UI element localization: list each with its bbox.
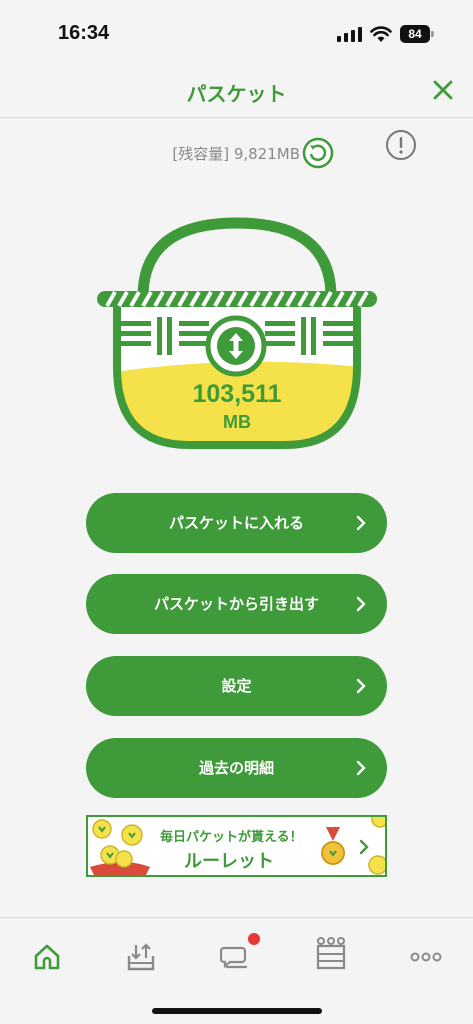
status-time: 16:34 [58,22,110,44]
info-icon[interactable] [385,129,417,161]
battery-level: 84 [400,25,430,43]
crown-icon[interactable] [315,936,347,972]
transfer-arrows-icon[interactable] [205,315,267,377]
more-icon[interactable] [410,942,442,972]
banner-title: ルーレット [184,851,274,872]
medal-icon [321,827,345,865]
deposit-button-label: パスケットに入れる [168,514,304,532]
basket-download-icon[interactable] [126,942,156,972]
basket-amount: 103,511 [192,380,282,408]
coins-illustration [90,819,150,875]
roulette-banner[interactable]: 毎日パケットが貰える！ ルーレット [86,815,387,877]
basket-unit: MB [223,412,251,432]
home-indicator [152,1008,322,1014]
history-button-label: 過去の明細 [198,759,274,777]
chevron-right-icon [356,515,366,531]
refresh-icon[interactable] [302,137,334,169]
settings-button[interactable]: 設定 [86,656,387,716]
page-title: パスケット [186,82,287,106]
notification-badge [248,933,260,945]
status-bar: 16:34 84 [0,0,473,66]
wifi-icon [370,26,392,42]
history-button[interactable]: 過去の明細 [86,738,387,798]
coins-decoration [368,817,385,875]
cellular-signal-icon [337,27,362,42]
battery-icon: 84 [400,25,434,43]
withdraw-button[interactable]: パスケットから引き出す [86,574,387,634]
remaining-capacity: [残容量] 9,821MB [172,145,300,163]
home-icon[interactable] [32,942,62,972]
chat-icon[interactable] [220,942,250,972]
chevron-right-icon [356,760,366,776]
deposit-button[interactable]: パスケットに入れる [86,493,387,553]
settings-button-label: 設定 [221,677,252,695]
chevron-right-icon [356,596,366,612]
chevron-right-icon [356,678,366,694]
withdraw-button-label: パスケットから引き出す [153,595,319,613]
close-icon[interactable] [431,78,455,102]
banner-tagline: 毎日パケットが貰える！ [160,830,303,845]
header: パスケット [0,66,473,118]
